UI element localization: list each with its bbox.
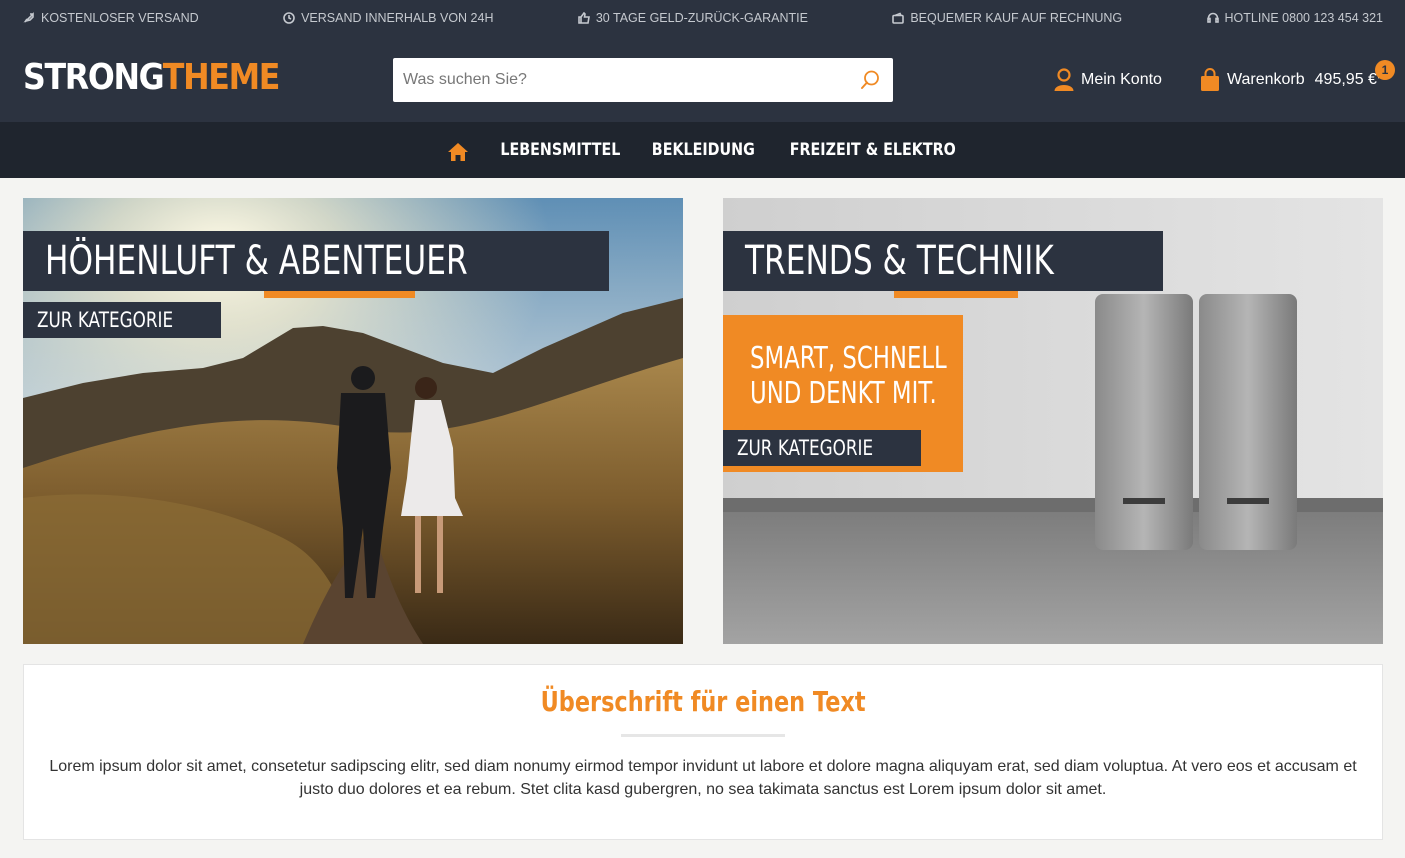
header: STRONGTHEME Mein Konto Warenkorb 495,95 …: [0, 36, 1405, 122]
nav-item-lebensmittel[interactable]: LEBENSMITTEL: [500, 140, 620, 160]
cart-total: 495,95 €*: [1314, 71, 1384, 88]
cart-label: Warenkorb: [1227, 71, 1305, 88]
usp-label: VERSAND INNERHALB VON 24H: [301, 11, 494, 25]
usp-label: HOTLINE 0800 123 454 321: [1224, 11, 1383, 25]
home-icon[interactable]: [447, 141, 469, 163]
zur-kategorie-button[interactable]: ZUR KATEGORIE: [723, 430, 922, 466]
zur-kategorie-button[interactable]: ZUR KATEGORIE: [23, 302, 222, 338]
wallet-icon: [892, 12, 905, 24]
banner-technology[interactable]: TRENDS & TECHNIK SMART, SCHNELL UND DENK…: [723, 198, 1383, 644]
banner-adventure[interactable]: HÖHENLUFT & ABENTEUER ZUR KATEGORIE: [23, 198, 683, 644]
account-link[interactable]: Mein Konto: [1053, 68, 1162, 92]
banner-title-text: TRENDS & TECHNIK: [745, 238, 1054, 284]
banner-title: TRENDS & TECHNIK: [723, 231, 1163, 291]
button-label: ZUR KATEGORIE: [737, 436, 874, 460]
top-info-bar: KOSTENLOSER VERSAND VERSAND INNERHALB VO…: [0, 0, 1405, 36]
cart-link[interactable]: Warenkorb 495,95 €*: [1199, 68, 1383, 92]
tagline: SMART, SCHNELL UND DENKT MIT.: [750, 341, 947, 411]
title-underline: [264, 291, 415, 298]
tagline-line: UND DENKT MIT.: [750, 376, 937, 411]
usp-label: 30 TAGE GELD-ZURÜCK-GARANTIE: [595, 11, 808, 25]
banner-title-text: HÖHENLUFT & ABENTEUER: [45, 238, 468, 284]
tagline-line: SMART, SCHNELL: [750, 341, 947, 376]
usp-hotline: HOTLINE 0800 123 454 321: [1206, 11, 1383, 25]
shopping-bag-icon: [1201, 68, 1219, 91]
account-label: Mein Konto: [1081, 71, 1162, 88]
search-bar: [393, 58, 893, 102]
usp-money-back: 30 TAGE GELD-ZURÜCK-GARANTIE: [578, 11, 808, 25]
rocket-icon: [23, 12, 34, 23]
heading-separator: [621, 734, 785, 737]
nav-item-bekleidung[interactable]: BEKLEIDUNG: [652, 140, 755, 160]
nav-item-freizeit-elektro[interactable]: FREIZEIT & ELEKTRO: [790, 140, 956, 160]
logo-part-theme: THEME: [162, 57, 281, 98]
headset-icon: [1206, 12, 1219, 23]
usp-label: BEQUEMER KAUF AUF RECHNUNG: [910, 11, 1123, 25]
search-icon[interactable]: [859, 69, 881, 91]
text-block-heading: Überschrift für einen Text: [540, 685, 866, 718]
button-label: ZUR KATEGORIE: [37, 308, 174, 332]
usp-label: KOSTENLOSER VERSAND: [41, 11, 199, 25]
text-block: Überschrift für einen Text Lorem ipsum d…: [23, 664, 1383, 840]
main-navigation: LEBENSMITTEL BEKLEIDUNG FREIZEIT & ELEKT…: [0, 122, 1405, 178]
usp-free-shipping: KOSTENLOSER VERSAND: [23, 11, 199, 25]
logo[interactable]: STRONGTHEME: [23, 57, 281, 98]
logo-part-strong: STRONG: [23, 57, 164, 98]
banner-title: HÖHENLUFT & ABENTEUER: [23, 231, 609, 291]
clock-icon: [283, 12, 295, 24]
usp-invoice: BEQUEMER KAUF AUF RECHNUNG: [892, 11, 1122, 25]
text-block-body: Lorem ipsum dolor sit amet, consetetur s…: [49, 758, 1357, 798]
usp-shipping-time: VERSAND INNERHALB VON 24H: [283, 11, 493, 25]
title-underline: [894, 291, 1018, 298]
search-input[interactable]: [393, 58, 833, 102]
cart-count-badge: 1: [1375, 60, 1395, 80]
thumbs-up-icon: [578, 12, 590, 24]
user-icon: [1054, 68, 1074, 91]
